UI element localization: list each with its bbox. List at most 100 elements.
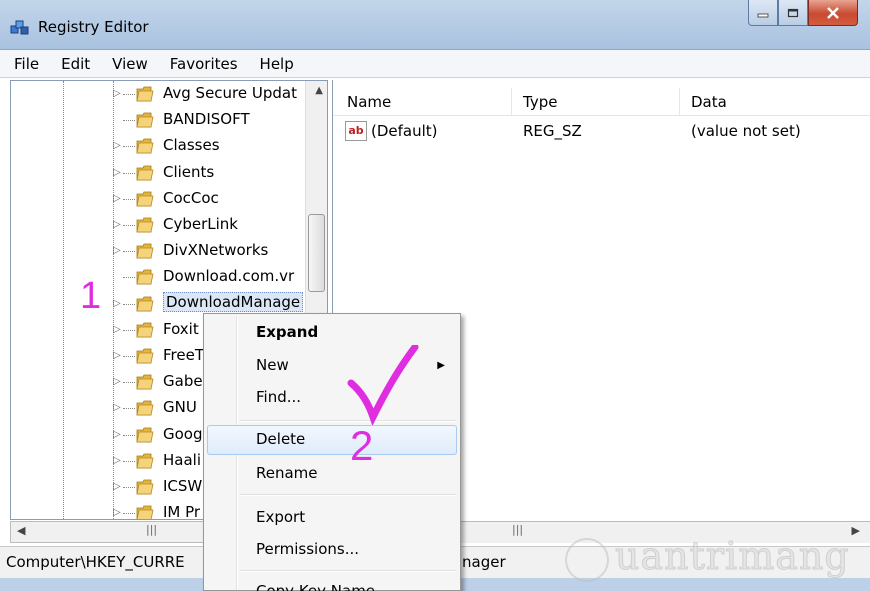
menu-favorites[interactable]: Favorites xyxy=(166,53,242,75)
expand-arrow-icon[interactable]: ▷ xyxy=(113,402,121,413)
tree-connector xyxy=(123,382,135,384)
expand-arrow-icon[interactable]: ▷ xyxy=(113,324,121,335)
tree-item[interactable]: ▷ Classes xyxy=(11,133,307,159)
menu-item-label: Rename xyxy=(256,464,318,482)
context-menu-delete[interactable]: Delete xyxy=(207,425,457,455)
list-header: Name Type Data xyxy=(333,88,870,116)
tree-item[interactable]: ▷ CocCoc xyxy=(11,186,307,212)
menu-item-label: Expand xyxy=(256,323,319,341)
tree-connector xyxy=(123,146,135,148)
tree-item-label: Clients xyxy=(163,162,215,181)
tree-item-label: CocCoc xyxy=(163,188,219,207)
tree-item-label: Haali xyxy=(163,450,201,469)
column-data[interactable]: Data xyxy=(691,93,727,111)
tree-item-label: Classes xyxy=(163,136,220,155)
tree-item-label: FreeT xyxy=(163,346,204,364)
watermark: uantrimang xyxy=(555,530,867,590)
tree-item-label: Foxit xyxy=(163,319,199,338)
menu-file[interactable]: File xyxy=(10,53,43,75)
menu-view[interactable]: View xyxy=(108,53,152,75)
folder-icon xyxy=(136,217,154,233)
status-path-tail: nager xyxy=(462,553,506,571)
folder-icon xyxy=(136,86,154,102)
tree-connector xyxy=(123,303,135,305)
tree-item-label: IM Pr xyxy=(163,503,201,520)
tree-item[interactable]: ▷ CyberLink xyxy=(11,212,307,238)
column-separator[interactable] xyxy=(511,88,512,116)
tree-connector xyxy=(123,251,135,253)
tree-connector xyxy=(123,329,135,331)
context-menu-permissions[interactable]: Permissions... xyxy=(207,535,457,565)
folder-icon xyxy=(136,112,154,128)
menu-item-label: Export xyxy=(256,508,306,526)
expand-arrow-icon[interactable]: ▷ xyxy=(113,298,121,309)
submenu-arrow-icon: ▶ xyxy=(437,360,445,371)
menu-help[interactable]: Help xyxy=(256,53,298,75)
context-menu-export[interactable]: Export xyxy=(207,503,457,533)
context-menu-expand[interactable]: Expand xyxy=(207,318,457,348)
annotation-check-arrow-icon xyxy=(347,345,419,425)
close-button[interactable] xyxy=(808,0,858,26)
menu-separator xyxy=(240,570,456,572)
expand-arrow-icon[interactable]: ▷ xyxy=(113,88,121,99)
context-menu-rename[interactable]: Rename xyxy=(207,459,457,489)
folder-icon xyxy=(136,269,154,285)
expand-arrow-icon[interactable]: ▷ xyxy=(113,140,121,151)
menu-edit[interactable]: Edit xyxy=(57,53,94,75)
tree-connector xyxy=(123,487,135,488)
expand-arrow-icon[interactable]: ▷ xyxy=(113,193,121,204)
tree-item-label: Download.com.vr xyxy=(163,267,295,286)
tree-item[interactable]: ▷ Clients xyxy=(11,160,307,186)
tree-connector xyxy=(123,172,135,174)
tree-connector xyxy=(123,408,135,410)
context-menu-copy-key-name[interactable]: Copy Key Name xyxy=(207,577,457,591)
expand-arrow-icon[interactable]: ▷ xyxy=(113,219,121,230)
scroll-left-arrow-icon[interactable]: ◀ xyxy=(17,524,25,537)
folder-icon xyxy=(136,191,154,207)
folder-icon xyxy=(136,165,154,180)
tree-connector xyxy=(123,94,135,95)
expand-arrow-icon[interactable]: ▷ xyxy=(113,376,121,387)
close-icon xyxy=(827,6,839,19)
tree-item[interactable]: ▷ Avg Secure Updat xyxy=(11,81,307,107)
folder-icon xyxy=(136,296,154,311)
title-bar: Registry Editor xyxy=(0,0,870,50)
watermark-text: uantrimang xyxy=(615,534,850,579)
tree-item[interactable]: BANDISOFT xyxy=(11,107,307,133)
scroll-up-arrow-icon[interactable]: ▲ xyxy=(315,85,323,96)
folder-icon xyxy=(136,374,154,390)
column-separator[interactable] xyxy=(679,88,680,116)
expand-arrow-icon[interactable]: ▷ xyxy=(113,481,121,492)
column-name[interactable]: Name xyxy=(347,93,391,111)
folder-icon xyxy=(136,348,154,364)
annotation-step-2: 2 xyxy=(350,422,374,469)
maximize-button[interactable] xyxy=(778,0,808,26)
tree-connector xyxy=(123,460,135,462)
tree-connector xyxy=(123,120,135,122)
minimize-icon xyxy=(757,13,769,17)
tree-item-label: DownloadManage xyxy=(163,291,304,312)
string-value-icon: ab xyxy=(345,121,367,141)
tree-item[interactable]: ▷ DivXNetworks xyxy=(11,238,307,264)
list-item[interactable]: ab (Default) REG_SZ (value not set) xyxy=(333,120,870,144)
column-type[interactable]: Type xyxy=(523,93,557,111)
folder-icon xyxy=(136,427,154,442)
scrollbar-grip-icon: ||| xyxy=(512,523,524,536)
tree-item[interactable]: Download.com.vr xyxy=(11,264,307,290)
folder-icon xyxy=(136,505,154,519)
expand-arrow-icon[interactable]: ▷ xyxy=(113,429,121,440)
expand-arrow-icon[interactable]: ▷ xyxy=(113,350,121,361)
scrollbar-thumb[interactable] xyxy=(308,214,325,292)
expand-arrow-icon[interactable]: ▷ xyxy=(113,245,121,256)
menu-item-label: New xyxy=(256,356,289,374)
tree-connector xyxy=(123,225,135,226)
expand-arrow-icon[interactable]: ▷ xyxy=(113,455,121,466)
maximize-icon xyxy=(787,8,799,17)
minimize-button[interactable] xyxy=(748,0,778,26)
expand-arrow-icon[interactable]: ▷ xyxy=(113,167,121,178)
tree-item-label: CyberLink xyxy=(163,215,238,233)
folder-icon xyxy=(136,322,154,338)
menu-item-label: Find... xyxy=(256,388,302,406)
scrollbar-grip-icon: ||| xyxy=(146,523,158,536)
expand-arrow-icon[interactable]: ▷ xyxy=(113,507,121,518)
